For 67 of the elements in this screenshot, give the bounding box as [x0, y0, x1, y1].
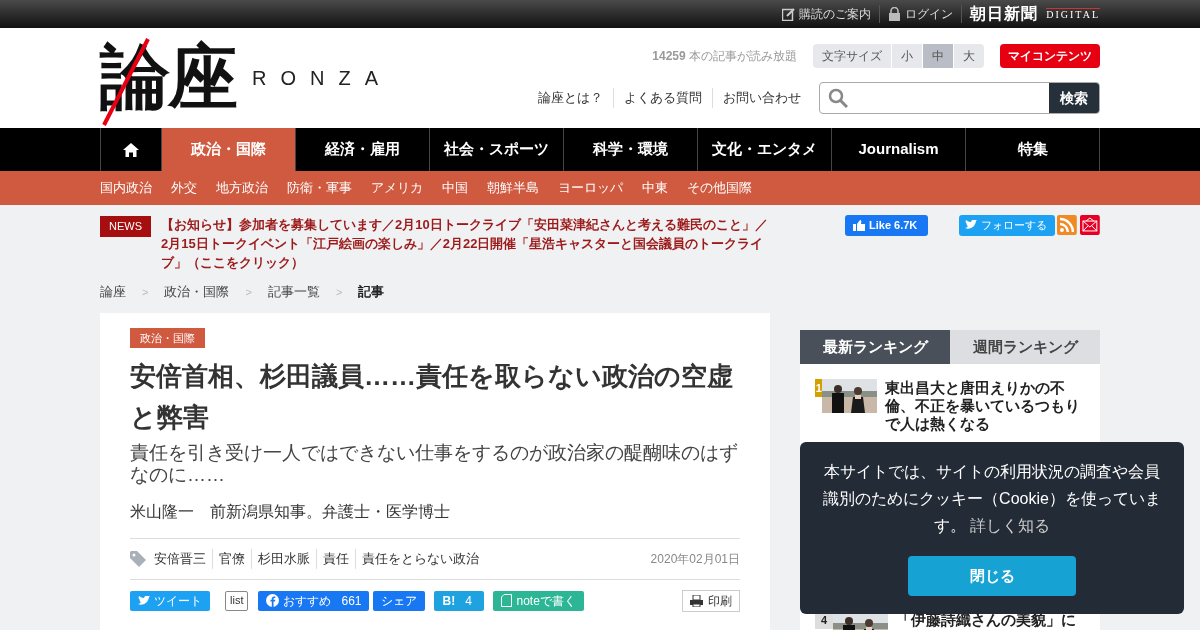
tag-link[interactable]: 官僚 [212, 549, 251, 569]
cookie-message: 本サイトでは、サイトの利用状況の調査や会員識別のためにクッキー（Cookie）を使っています。 詳しく知る [822, 462, 1162, 536]
top-link[interactable]: 購読のご案内 [774, 5, 881, 23]
tag-link[interactable]: 杉田水脈 [251, 549, 316, 569]
rank-badge: 1 [815, 379, 823, 397]
subnav-link[interactable]: 防衛・軍事 [287, 178, 352, 198]
subnav-link[interactable]: アメリカ [371, 178, 423, 198]
mail-icon [1080, 215, 1100, 235]
lock-icon [888, 7, 902, 21]
category-tag[interactable]: 政治・国際 [130, 327, 205, 348]
header-link[interactable]: 論座とは？ [528, 88, 613, 108]
note-icon [501, 594, 513, 607]
subnav-link[interactable]: 朝鮮半島 [487, 178, 539, 198]
facebook-like-button[interactable]: Like 6.7K [845, 215, 929, 236]
search-icon [828, 88, 848, 108]
rss-icon [1057, 215, 1078, 235]
breadcrumb-link[interactable]: 論座 [100, 282, 126, 302]
subnav-link[interactable]: その他国際 [687, 178, 752, 198]
top-link[interactable]: ログイン [880, 5, 963, 23]
font-size-label: 文字サイズ [821, 48, 883, 65]
news-link[interactable]: 【お知らせ】参加者を募集しています／2月10日トークライブ「安田菜津紀さんと考える難民のこと」／2月15日トークイベント「江戸絵画の楽しみ」／2月22日開催「星浩キャスターと国会議員のトークライブ」（ここをクリック） [161, 215, 770, 272]
share-button[interactable]: シェア [373, 590, 426, 611]
tag-icon [130, 550, 146, 567]
header-link[interactable]: お問い合わせ [712, 88, 811, 108]
ranking-article-link[interactable]: 東出昌大と唐田えりかの不倫、不正を暴いているつもりで人は熱くなる [885, 379, 1085, 433]
subnav-link[interactable]: 中東 [642, 178, 668, 198]
nav-tab[interactable]: 政治・国際 [162, 128, 296, 171]
bird-icon [965, 220, 978, 231]
facebook-icon [266, 594, 280, 607]
breadcrumb-separator: > [245, 284, 252, 300]
breadcrumb-separator: > [142, 284, 149, 300]
search-button[interactable]: 検索 [1049, 83, 1099, 113]
share-button[interactable]: おすすめ 661 [258, 590, 370, 611]
header-link[interactable]: よくある質問 [613, 88, 712, 108]
article-date: 2020年02月01日 [650, 550, 740, 568]
share-count: list [225, 590, 249, 611]
tag-link[interactable]: 責任をとらない政治 [355, 549, 485, 569]
news-label: NEWS [100, 216, 151, 237]
tag-link[interactable]: 安倍晋三 [150, 549, 212, 569]
my-contents-button[interactable]: マイコンテンツ [1000, 44, 1100, 68]
breadcrumb-separator: > [335, 284, 343, 300]
article-title: 安倍首相、杉田議員……責任を取らない政治の空虚と弊害 [130, 360, 734, 434]
font-size-option[interactable]: 中 [922, 44, 953, 68]
author-line: 米山隆一 前新潟県知事。弁護士・医学博士 [130, 500, 740, 539]
bird-icon [138, 595, 150, 606]
subnav-link[interactable]: ヨーロッパ [558, 178, 623, 198]
article-subtitle: 責任を引き受け一人ではできない仕事をするのが政治家の醍醐味のはずなのに…… [130, 442, 739, 486]
subnav-link[interactable]: 中国 [442, 178, 468, 198]
home-icon [123, 142, 139, 157]
thumbs-up-icon [853, 219, 865, 231]
brand-logo[interactable]: 朝日新聞 DIGITAL [962, 2, 1100, 26]
font-size-option[interactable]: 大 [953, 44, 984, 68]
breadcrumb-link[interactable]: 記事一覧 [267, 282, 320, 302]
ranking-tab[interactable]: 週間ランキング [950, 329, 1100, 364]
article-count: 14259 本の記事が読み放題 [652, 48, 797, 65]
ranking-tab[interactable]: 最新ランキング [800, 329, 950, 364]
subnav-link[interactable]: 外交 [171, 178, 197, 198]
breadcrumb-link[interactable]: 政治・国際 [164, 282, 230, 302]
search-field[interactable]: 検索 [819, 82, 1100, 114]
breadcrumb-link[interactable]: 記事 [358, 282, 385, 302]
printer-icon [690, 594, 703, 607]
edit-icon [782, 7, 796, 21]
subnav-link[interactable]: 地方政治 [216, 178, 268, 198]
subnav-link[interactable]: 国内政治 [100, 178, 152, 198]
learn-more-link[interactable]: 詳しく知る [970, 517, 1051, 534]
print-button[interactable]: 印刷 [682, 589, 740, 612]
tag-link[interactable]: 責任 [316, 549, 355, 569]
